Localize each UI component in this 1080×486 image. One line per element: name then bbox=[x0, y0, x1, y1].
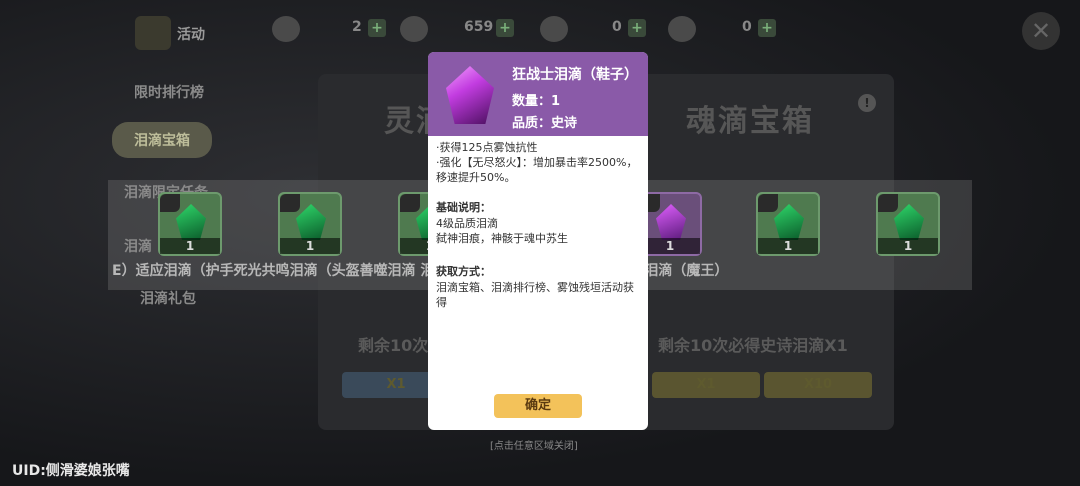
reward-card[interactable]: 1 bbox=[876, 192, 940, 256]
resource-value: 659 bbox=[464, 19, 494, 35]
slot-icon bbox=[160, 194, 180, 212]
sidebar-item-chest[interactable]: 泪滴宝箱 bbox=[112, 122, 212, 158]
purple-tear-gem-icon bbox=[446, 66, 494, 124]
left-guarantee-text: 剩余10次 bbox=[358, 336, 429, 355]
item-name: 狂战士泪滴（鞋子） bbox=[512, 67, 638, 83]
add-coin-button[interactable]: + bbox=[496, 19, 514, 37]
sidebar-item-ranking[interactable]: 限时排行榜 bbox=[134, 82, 204, 102]
activity-label: 活动 bbox=[177, 27, 205, 43]
add-hammer-button[interactable]: + bbox=[628, 19, 646, 37]
item-quantity: 数量：1 bbox=[512, 94, 561, 109]
basic-line-1: 4级品质泪滴 bbox=[436, 217, 498, 230]
resource-value: 0 bbox=[612, 19, 622, 35]
modal-header: 狂战士泪滴（鞋子） 数量：1 品质：史诗 bbox=[428, 52, 648, 136]
activity-tab[interactable]: 活动 bbox=[135, 16, 215, 50]
armor-icon bbox=[400, 194, 420, 212]
right-guarantee-text: 剩余10次必得史诗泪滴X1 bbox=[658, 336, 848, 355]
effect-line-1: ·获得125点雾蚀抗性 bbox=[436, 141, 538, 154]
close-icon[interactable]: ✕ bbox=[1022, 12, 1060, 50]
uid-label: UID:侧滑婆娘张嘴 bbox=[12, 463, 130, 479]
tear-gem-icon bbox=[176, 204, 206, 240]
coin-face-icon bbox=[400, 16, 428, 42]
tear-gem-icon bbox=[656, 204, 686, 240]
activity-icon bbox=[135, 16, 171, 50]
effect-line-2: ·强化【无尽怒火】：增加暴击率2500%，移速提升50%。 bbox=[436, 156, 638, 184]
basic-line-2: 弑神泪痕，神骸于魂中苏生 bbox=[436, 232, 568, 245]
reward-card[interactable]: 1 bbox=[278, 192, 342, 256]
basic-title: 基础说明： bbox=[436, 201, 491, 214]
resource-value: 2 bbox=[352, 19, 362, 35]
source-text: 泪滴宝箱、泪滴排行榜、雾蚀残垣活动获得 bbox=[436, 281, 634, 309]
confirm-button[interactable]: 确定 bbox=[494, 394, 582, 418]
tear-gem-icon bbox=[296, 204, 326, 240]
resource-value: 0 bbox=[742, 19, 752, 35]
sidebar-item-pack[interactable]: 泪滴礼包 bbox=[140, 288, 196, 308]
item-detail-modal: 狂战士泪滴（鞋子） 数量：1 品质：史诗 ·获得125点雾蚀抗性 ·强化【无尽怒… bbox=[428, 52, 648, 430]
close-hint[interactable]: [点击任意区域关闭] bbox=[490, 437, 578, 452]
source-title: 获取方式： bbox=[436, 265, 491, 278]
item-quality: 品质：史诗 bbox=[512, 116, 578, 131]
reward-card[interactable]: 1 bbox=[158, 192, 222, 256]
draw-ten-right-button[interactable]: X10 bbox=[764, 372, 872, 398]
hammer-icon bbox=[540, 16, 568, 42]
reward-card[interactable]: 1 bbox=[756, 192, 820, 256]
key-icon bbox=[668, 16, 696, 42]
chest-right-title: 魂滴宝箱 bbox=[686, 104, 814, 139]
reward-count: 1 bbox=[878, 238, 938, 254]
demon-icon bbox=[878, 194, 898, 212]
reward-count: 1 bbox=[160, 238, 220, 254]
feather-icon bbox=[272, 16, 300, 42]
ring-icon bbox=[758, 194, 778, 212]
add-key-button[interactable]: + bbox=[758, 19, 776, 37]
tear-gem-icon bbox=[774, 204, 804, 240]
item-icon-frame bbox=[436, 60, 504, 130]
reward-count: 1 bbox=[758, 238, 818, 254]
resource-bar: 活动 2 + 659 + 0 + 0 + ✕ bbox=[0, 0, 1080, 60]
tear-gem-icon bbox=[894, 204, 924, 240]
info-icon[interactable]: ! bbox=[858, 94, 876, 112]
add-feather-button[interactable]: + bbox=[368, 19, 386, 37]
draw-once-right-button[interactable]: X1 bbox=[652, 372, 760, 398]
reward-count: 1 bbox=[280, 238, 340, 254]
helmet-icon bbox=[280, 194, 300, 212]
reward-count: 1 bbox=[640, 238, 700, 254]
